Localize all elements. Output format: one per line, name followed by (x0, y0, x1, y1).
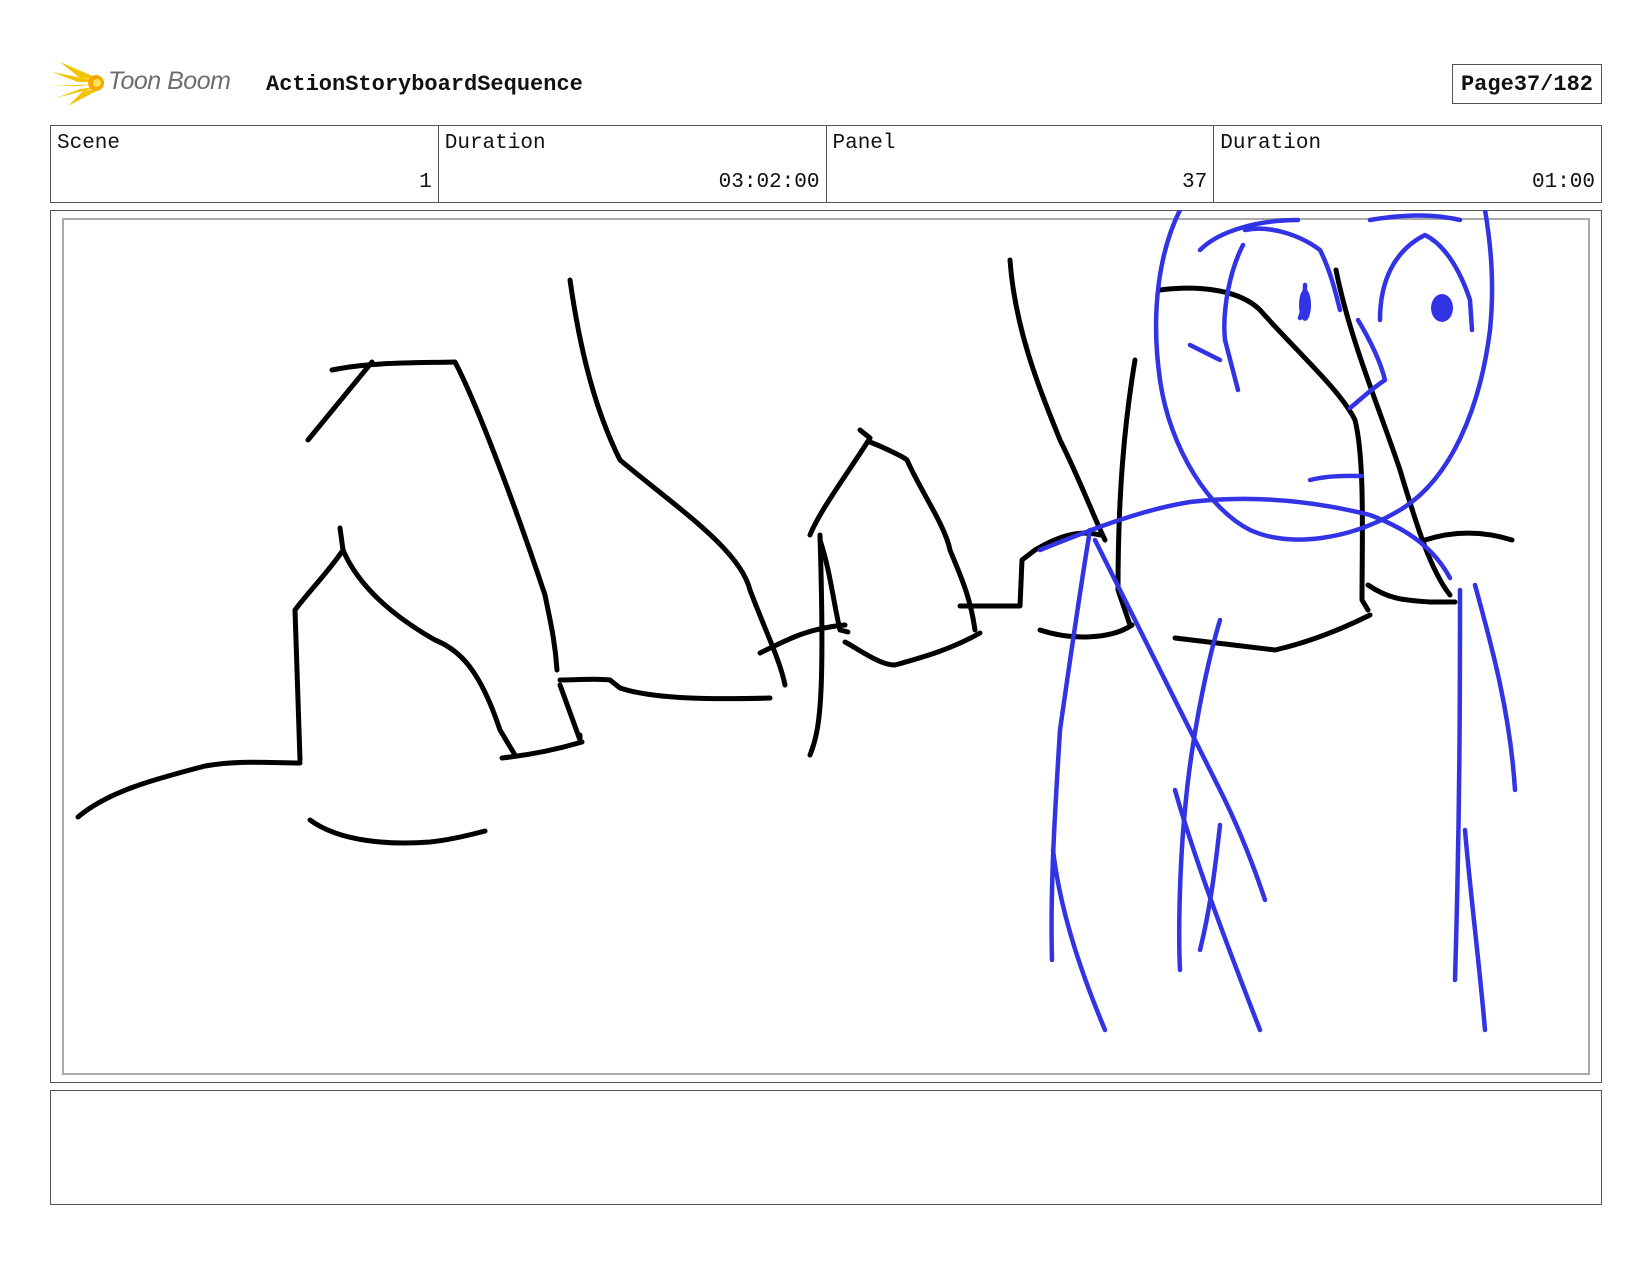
panel-info-table: Scene 1 Duration 03:02:00 Panel 37 Durat… (50, 125, 1602, 203)
storyboard-sketch (75, 210, 1518, 1033)
page-label: Page (1460, 71, 1514, 97)
panel-label: Panel (832, 132, 896, 155)
scene-label: Scene (57, 132, 121, 155)
page-number: 37/182 (1513, 71, 1593, 97)
page-indicator: Page 37/182 (1451, 64, 1602, 104)
logo-text: Toon Boom (108, 67, 231, 95)
project-title: ActionStoryboardSequence (266, 72, 583, 97)
character-eyes (1299, 289, 1453, 322)
panel-duration-label: Duration (1220, 132, 1322, 155)
scene-duration-cell: Duration 03:02:00 (439, 126, 827, 202)
starburst-icon (50, 62, 104, 106)
page-header: Toon Boom ActionStoryboardSequence Page … (50, 58, 1602, 108)
scene-duration-label: Duration (444, 132, 546, 155)
scene-cell: Scene 1 (51, 126, 439, 202)
toon-boom-logo: Toon Boom (50, 58, 250, 108)
scene-value: 1 (419, 171, 432, 194)
panel-duration-value: 01:00 (1531, 171, 1595, 194)
panel-cell: Panel 37 (827, 126, 1215, 202)
scene-duration-value: 03:02:00 (718, 171, 820, 194)
panel-notes-box[interactable] (50, 1090, 1602, 1205)
rocks-sketch (75, 257, 1515, 846)
panel-duration-cell: Duration 01:00 (1214, 126, 1601, 202)
character-sketch (1037, 210, 1518, 1033)
panel-value: 37 (1182, 171, 1208, 194)
